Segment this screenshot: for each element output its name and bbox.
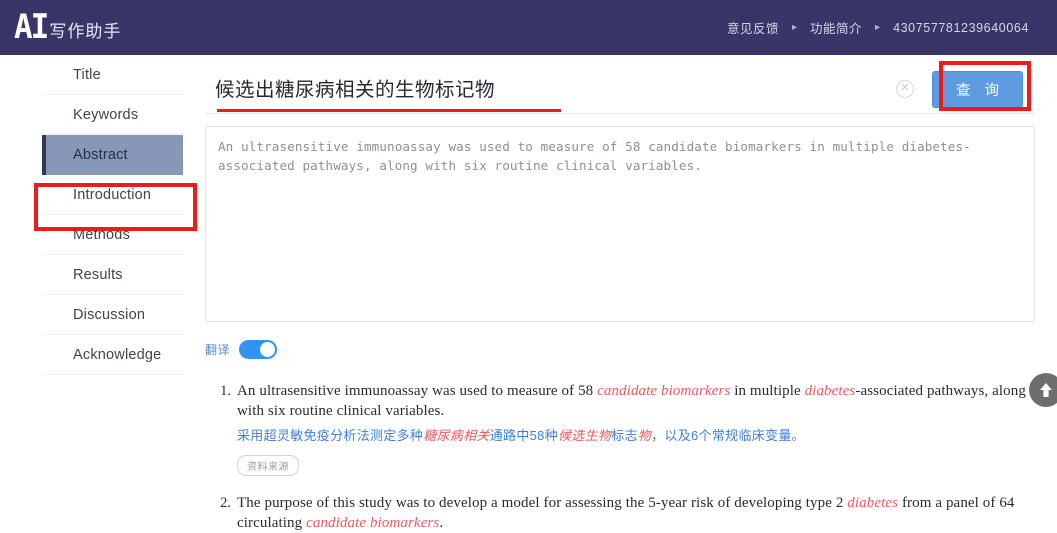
nav-features[interactable]: 功能简介 <box>806 18 866 37</box>
sidebar-item-title[interactable]: Title <box>42 55 183 95</box>
list-item: 2. The purpose of this study was to deve… <box>209 493 1035 533</box>
nav-separator-icon: ▸ <box>875 22 881 33</box>
sidebar-item-label: Methods <box>73 226 131 243</box>
sidebar-item-keywords[interactable]: Keywords <box>42 95 183 135</box>
sidebar-item-label: Introduction <box>73 186 152 203</box>
sidebar-item-abstract[interactable]: Abstract <box>42 135 183 175</box>
results-list: 1. An ultrasensitive immunoassay was use… <box>205 381 1035 533</box>
sidebar-item-methods[interactable]: Methods <box>42 215 183 255</box>
result-english: The purpose of this study was to develop… <box>237 495 1015 531</box>
sidebar-item-acknowledge[interactable]: Acknowledge <box>42 335 183 375</box>
page-body: Title Keywords Abstract Introduction Met… <box>0 55 1057 533</box>
result-number: 1. <box>220 383 231 399</box>
annotation-search-text-underline <box>217 109 561 112</box>
scroll-top-button[interactable] <box>1029 373 1057 407</box>
app-logo: AI 写作助手 <box>14 7 122 47</box>
nav-feedback[interactable]: 意见反馈 <box>723 18 783 37</box>
header-nav: 意见反馈 ▸ 功能简介 ▸ 430757781239640064 <box>723 18 1033 37</box>
logo-text: 写作助手 <box>49 22 122 41</box>
sidebar-item-results[interactable]: Results <box>42 255 183 295</box>
source-button[interactable]: 资料来源 <box>237 455 299 476</box>
translate-label: 翻译 <box>205 343 231 357</box>
result-english: An ultrasensitive immunoassay was used t… <box>237 383 1026 419</box>
result-chinese: 采用超灵敏免疫分析法测定多种糖尿病相关通路中58种候选生物标志物，以及6个常规临… <box>237 428 805 443</box>
sidebar-item-introduction[interactable]: Introduction <box>42 175 183 215</box>
result-number: 2. <box>220 495 231 511</box>
search-bar: ✕ 查 询 <box>205 61 1035 114</box>
list-item: 1. An ultrasensitive immunoassay was use… <box>209 381 1035 476</box>
translate-toggle[interactable] <box>239 340 278 359</box>
section-sidebar: Title Keywords Abstract Introduction Met… <box>0 55 197 530</box>
sidebar-item-label: Keywords <box>73 106 139 123</box>
clear-icon[interactable]: ✕ <box>895 80 914 98</box>
sidebar-item-label: Discussion <box>73 306 146 323</box>
section-main: ✕ 查 询 翻译 1. An ultrasensitive immunoassa… <box>195 55 1057 533</box>
nav-separator-icon: ▸ <box>791 22 798 33</box>
result-body: The purpose of this study was to develop… <box>237 493 1035 533</box>
scroll-top-arrow-icon <box>1040 383 1052 397</box>
app-header: AI 写作助手 意见反馈 ▸ 功能简介 ▸ 430757781239640064 <box>0 0 1057 55</box>
query-button[interactable]: 查 询 <box>931 70 1023 108</box>
nav-user-id[interactable]: 430757781239640064 <box>889 21 1033 35</box>
search-input[interactable] <box>205 75 896 103</box>
sidebar-item-label: Results <box>73 266 123 283</box>
sidebar-item-label: Abstract <box>73 147 128 163</box>
result-body: An ultrasensitive immunoassay was used t… <box>237 381 1035 476</box>
sidebar-item-label: Title <box>73 66 101 83</box>
sidebar-item-discussion[interactable]: Discussion <box>42 295 183 335</box>
sentence-editor[interactable] <box>205 126 1035 322</box>
toggle-knob <box>260 342 276 357</box>
sidebar-item-label: Acknowledge <box>73 346 162 363</box>
logo-mark: AI <box>14 7 49 47</box>
translate-toggle-row: 翻译 <box>205 340 1035 359</box>
